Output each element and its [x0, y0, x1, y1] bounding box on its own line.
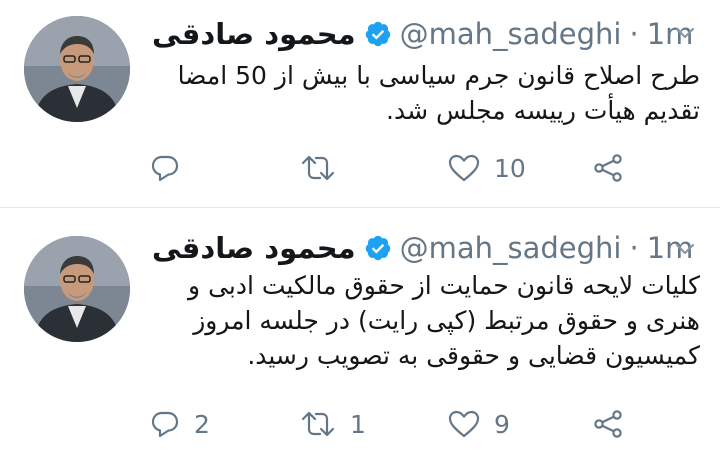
retweet-count: 1 — [350, 409, 366, 439]
tweet-text: طرح اصلاح قانون جرم سیاسی با بیش از 50 ا… — [150, 58, 700, 128]
verified-badge-icon — [365, 21, 390, 47]
tweet-text-line: تقدیم هیأت رییسه مجلس شد. — [386, 96, 700, 125]
chevron-down-icon[interactable] — [674, 238, 696, 260]
like-count: 9 — [494, 409, 510, 439]
share-button[interactable] — [592, 148, 624, 188]
reply-count: 2 — [194, 409, 210, 439]
reply-icon — [151, 155, 179, 182]
like-button[interactable]: 10 — [448, 148, 526, 188]
separator: · — [629, 17, 639, 51]
retweet-icon — [301, 411, 335, 437]
share-icon — [594, 410, 622, 438]
separator: · — [629, 231, 639, 265]
author-handle[interactable]: @mah_sadeghi — [400, 17, 622, 51]
tweet-actions: 2 1 9 — [150, 404, 640, 444]
like-icon — [448, 154, 480, 182]
avatar[interactable] — [24, 16, 130, 122]
verified-badge-icon — [365, 235, 390, 261]
like-count: 10 — [494, 153, 526, 183]
tweet-text-line: طرح اصلاح قانون جرم سیاسی با بیش از 50 ا… — [177, 61, 700, 90]
retweet-icon — [301, 155, 335, 181]
tweet-actions: 10 — [150, 148, 640, 188]
tweet-header: محمود صادقی @mah_sadeghi · 1m — [152, 228, 693, 268]
share-icon — [594, 154, 622, 182]
reply-button[interactable] — [150, 148, 194, 188]
reply-icon — [151, 411, 179, 438]
chevron-down-icon[interactable] — [674, 22, 696, 44]
retweet-button[interactable] — [300, 148, 350, 188]
tweet-header: محمود صادقی @mah_sadeghi · 1m — [152, 14, 693, 54]
like-button[interactable]: 9 — [448, 404, 510, 444]
tweet-text-line: کمیسیون قضایی و حقوقی به تصویب رسید. — [247, 341, 700, 370]
author-name[interactable]: محمود صادقی — [152, 17, 356, 51]
like-icon — [448, 410, 480, 438]
tweet-text-line: کلیات لایحه قانون حمایت از حقوق مالکیت ا… — [188, 271, 700, 300]
reply-button[interactable]: 2 — [150, 404, 210, 444]
author-name[interactable]: محمود صادقی — [152, 231, 356, 265]
tweet-text: کلیات لایحه قانون حمایت از حقوق مالکیت ا… — [150, 268, 700, 373]
tweet[interactable]: محمود صادقی @mah_sadeghi · 1m طرح اصلاح … — [0, 0, 720, 208]
avatar[interactable] — [24, 236, 130, 342]
retweet-button[interactable]: 1 — [300, 404, 366, 444]
tweet[interactable]: محمود صادقی @mah_sadeghi · 1m کلیات لایح… — [0, 208, 720, 472]
tweet-text-line: هنری و حقوق مرتبط (کپی رایت) در جلسه امر… — [193, 306, 700, 335]
author-handle[interactable]: @mah_sadeghi — [400, 231, 622, 265]
share-button[interactable] — [592, 404, 624, 444]
